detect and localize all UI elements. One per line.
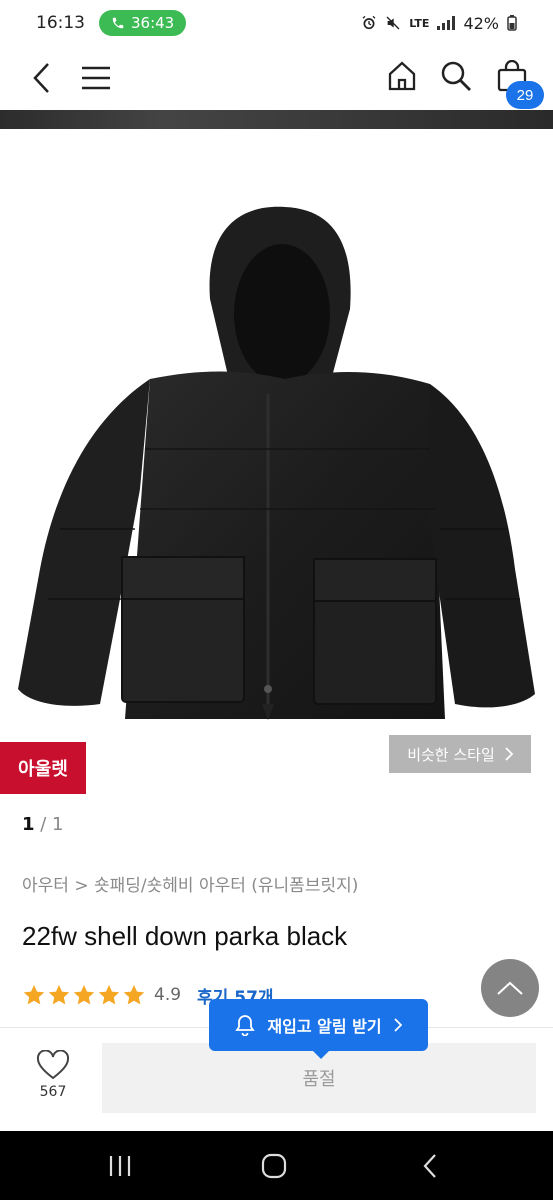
star-icon [98,985,120,1005]
recent-apps-button[interactable] [80,1131,160,1200]
previous-image-strip [0,110,553,129]
similar-style-button[interactable]: 비슷한 스타일 [389,735,531,773]
status-time: 16:13 [36,13,85,33]
call-duration: 36:43 [131,14,175,32]
star-icon [73,985,95,1005]
status-bar: 16:13 36:43 LTE 42% [0,0,553,46]
cart-button[interactable]: 29 [492,54,544,109]
pager-current: 1 [22,814,35,835]
restock-alert-button[interactable]: 재입고 알림 받기 [209,999,428,1059]
mute-icon [386,16,400,30]
menu-button[interactable] [78,58,114,98]
app-root: 16:13 36:43 LTE 42% 29 아울렛 비슷한 스타일 1 / 1… [0,0,553,1200]
system-nav-bar [0,1131,553,1200]
pager-total: 1 [52,814,64,835]
search-icon [441,61,471,91]
bell-icon [235,1015,256,1036]
heart-icon [36,1050,70,1080]
chevron-left-icon [33,63,49,93]
product-title: 22fw shell down parka black [22,921,348,951]
jacket-image [18,206,535,720]
home-circle-icon [261,1153,287,1178]
like-button[interactable]: 567 [24,1050,82,1100]
back-nav-icon [423,1153,436,1178]
scroll-to-top-button[interactable] [481,959,539,1017]
breadcrumb[interactable]: 아우터 > 숏패딩/숏헤비 아우터 (유니폼브릿지) [22,871,358,896]
image-pager: 1 / 1 [22,814,64,835]
battery-level: 42% [463,13,499,33]
star-rating [22,983,146,1007]
hamburger-menu-icon [82,66,110,90]
chevron-right-icon [393,1018,402,1032]
chevron-right-icon [505,747,513,761]
alarm-icon [362,15,376,30]
similar-style-label: 비슷한 스타일 [407,745,495,764]
like-count: 567 [39,1084,67,1100]
status-right: LTE 42% [361,14,517,33]
cart-count-badge: 29 [506,81,544,109]
star-icon [48,985,70,1005]
search-button[interactable] [436,56,476,96]
ongoing-call-pill[interactable]: 36:43 [99,10,187,36]
home-button[interactable] [382,56,422,96]
outlet-badge: 아울렛 [0,742,86,794]
top-nav: 29 [0,46,553,110]
star-icon [123,985,145,1005]
network-type: LTE [409,16,430,30]
chevron-up-icon [497,981,523,995]
recent-apps-icon [109,1155,131,1176]
product-image[interactable] [0,129,553,809]
battery-icon [507,15,517,31]
back-nav-button[interactable] [390,1131,470,1200]
phone-icon [112,17,124,29]
restock-label: 재입고 알림 받기 [267,1017,382,1036]
home-nav-button[interactable] [234,1131,314,1200]
signal-icon [437,16,456,30]
back-button[interactable] [24,58,60,98]
pager-separator: / [34,814,53,835]
home-icon [388,61,416,91]
star-icon [23,985,45,1005]
rating-value: 4.9 [154,985,182,1005]
status-left: 16:13 36:43 [36,10,187,36]
